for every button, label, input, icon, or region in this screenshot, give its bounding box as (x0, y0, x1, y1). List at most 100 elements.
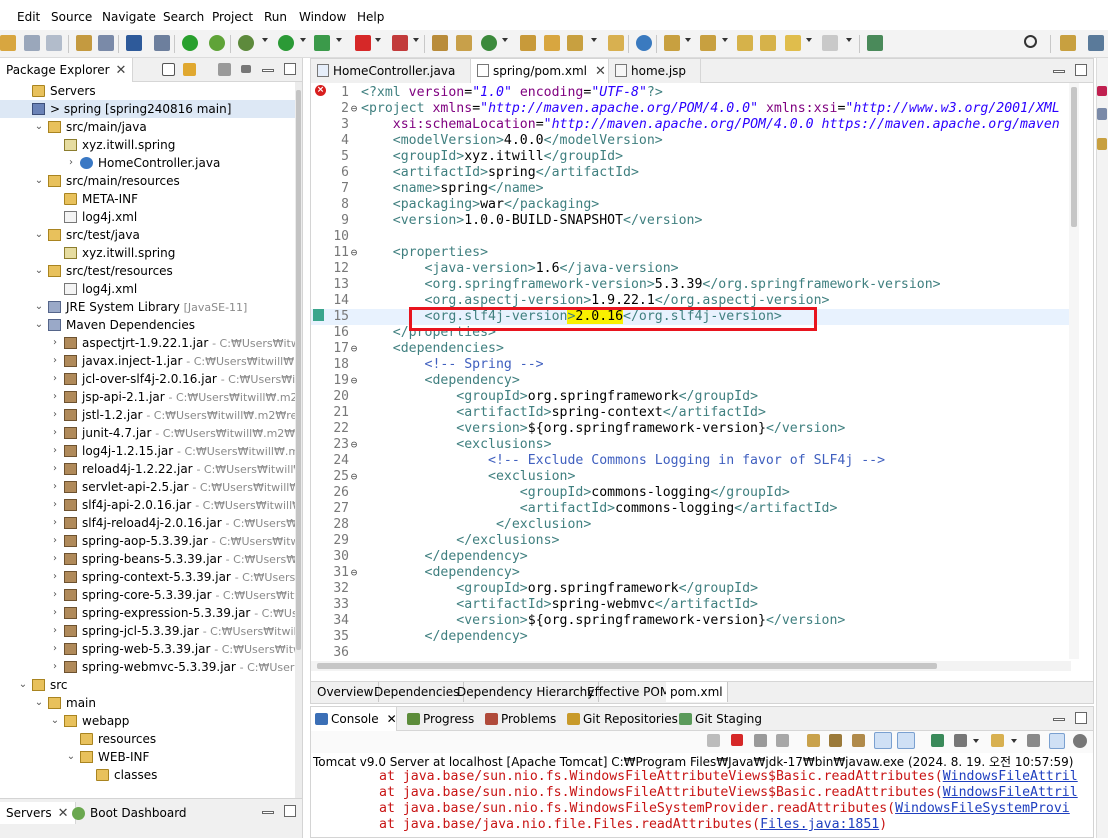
chevron-down-icon[interactable] (591, 38, 597, 42)
tree-item[interactable]: › HomeController.java (0, 154, 296, 172)
tab-git-staging[interactable]: Git Staging (675, 707, 768, 731)
chevron-right-icon[interactable]: › (50, 604, 60, 622)
highlight-icon[interactable] (1049, 733, 1065, 749)
tree-item[interactable]: › servlet-api-2.5.jar - C:₩Users₩itwill₩.… (0, 478, 296, 496)
chevron-down-icon[interactable] (1011, 739, 1017, 743)
code-line[interactable]: 33 <artifactId>spring-webmvc</artifactId… (311, 597, 1071, 613)
tree-item[interactable]: › log4j-1.2.15.jar - C:₩Users₩itwill₩.m2₩… (0, 442, 296, 460)
fold-toggle-icon[interactable]: ⊖ (349, 245, 359, 261)
tree-item[interactable]: META-INF (0, 190, 296, 208)
prev-annotation-icon[interactable] (700, 35, 716, 51)
view-menu-icon[interactable] (241, 65, 251, 73)
chevron-right-icon[interactable]: › (50, 388, 60, 406)
coverage-icon[interactable] (314, 35, 330, 51)
tree-item[interactable]: ⌄ Maven Dependencies (0, 316, 296, 334)
chevron-down-icon[interactable] (722, 38, 728, 42)
tree-item[interactable]: ⌄ src/test/java (0, 226, 296, 244)
tree-item[interactable]: › aspectjrt-1.9.22.1.jar - C:₩Users₩itwil… (0, 334, 296, 352)
code-line[interactable]: 7 <name>spring</name> (311, 181, 1071, 197)
tab-console[interactable]: Console ✕ (311, 707, 397, 731)
close-icon[interactable]: ✕ (387, 712, 397, 726)
chevron-right-icon[interactable]: › (50, 640, 60, 658)
code-line[interactable]: 24 <!-- Exclude Commons Logging in favor… (311, 453, 1071, 469)
fold-toggle-icon[interactable]: ⊖ (349, 469, 359, 485)
fold-toggle-icon[interactable]: ⊖ (349, 373, 359, 389)
code-line[interactable]: 32 <groupId>org.springframework</groupId… (311, 581, 1071, 597)
tree-item[interactable]: › javax.inject-1.jar - C:₩Users₩itwill₩.m… (0, 352, 296, 370)
close-icon[interactable]: ✕ (595, 64, 606, 79)
chevron-down-icon[interactable]: ⌄ (34, 118, 44, 136)
code-line[interactable]: 35 </dependency> (311, 629, 1071, 645)
gear-icon[interactable] (1073, 734, 1087, 748)
chevron-down-icon[interactable]: ⌄ (34, 262, 44, 280)
task-list-icon[interactable] (1097, 108, 1107, 120)
tree-item[interactable]: › slf4j-api-2.0.16.jar - C:₩Users₩itwill₩… (0, 496, 296, 514)
forward-edit-icon[interactable] (760, 35, 776, 51)
tree-item[interactable]: › junit-4.7.jar - C:₩Users₩itwill₩.m2₩rep… (0, 424, 296, 442)
debug-perspective-icon[interactable] (1088, 35, 1104, 51)
code-line[interactable]: 34 <version>${org.springframework-versio… (311, 613, 1071, 629)
tab-progress[interactable]: Progress (403, 707, 480, 731)
chevron-down-icon[interactable]: ⌄ (66, 748, 76, 766)
forward-icon[interactable] (822, 35, 838, 51)
tree-item[interactable]: resources (0, 730, 296, 748)
stop-icon[interactable] (355, 35, 371, 51)
code-line[interactable]: 28 </exclusion> (311, 517, 1071, 533)
tab-home-controller[interactable]: HomeController.java (311, 59, 471, 83)
chevron-right-icon[interactable]: › (66, 154, 76, 172)
fold-toggle-icon[interactable]: ⊖ (349, 101, 359, 117)
search-icon[interactable] (1024, 35, 1037, 48)
menu-run[interactable]: Run (264, 10, 287, 24)
error-marker-icon[interactable]: × (315, 85, 326, 96)
chevron-right-icon[interactable]: › (50, 370, 60, 388)
code-line[interactable]: 22 <version>${org.springframework-versio… (311, 421, 1071, 437)
save-icon[interactable] (24, 35, 40, 51)
code-line[interactable]: 27 <artifactId>commons-logging</artifact… (311, 501, 1071, 517)
chevron-right-icon[interactable]: › (50, 550, 60, 568)
stacktrace-link[interactable]: Files.java:1851 (760, 817, 879, 832)
outline-icon[interactable] (1097, 86, 1107, 96)
code-line[interactable]: 3 xsi:schemaLocation="http://maven.apach… (311, 117, 1071, 133)
tab-servers[interactable]: Servers ✕ (0, 802, 76, 824)
editor-horizontal-scrollbar[interactable] (311, 661, 1071, 671)
java-perspective-icon[interactable] (1060, 35, 1076, 51)
code-line[interactable]: 17 ⊖ <dependencies> (311, 341, 1071, 357)
editor-vertical-scrollbar[interactable] (1069, 83, 1079, 659)
reconnect-icon[interactable] (707, 734, 720, 747)
chevron-right-icon[interactable]: › (50, 514, 60, 532)
menu-project[interactable]: Project (212, 10, 253, 24)
chevron-down-icon[interactable] (806, 38, 812, 42)
chevron-down-icon[interactable]: ⌄ (34, 316, 44, 334)
fold-toggle-icon[interactable]: ⊖ (349, 341, 359, 357)
tree-item[interactable]: › jstl-1.2.jar - C:₩Users₩itwill₩.m2₩repo… (0, 406, 296, 424)
tree-item[interactable]: ⌄ src/test/resources (0, 262, 296, 280)
menu-source[interactable]: Source (51, 10, 92, 24)
tree-item[interactable]: xyz.itwill.spring (0, 244, 296, 262)
show-on-stderr-icon[interactable] (897, 732, 915, 749)
code-line[interactable]: 25 ⊖ <exclusion> (311, 469, 1071, 485)
properties-icon[interactable] (76, 35, 92, 51)
close-icon[interactable]: ✕ (116, 63, 127, 78)
tree-item[interactable]: › spring-context-5.3.39.jar - C:₩Users₩it… (0, 568, 296, 586)
show-on-stdout-icon[interactable] (874, 732, 892, 749)
chevron-right-icon[interactable]: › (50, 622, 60, 640)
code-line[interactable]: 11 ⊖ <properties> (311, 245, 1071, 261)
tree-item[interactable]: ⌄ src/main/java (0, 118, 296, 136)
chevron-right-icon[interactable]: › (50, 586, 60, 604)
last-edit-icon[interactable] (737, 35, 753, 51)
pin-console-icon[interactable] (931, 734, 944, 747)
boot-dashboard-tab[interactable]: Boot Dashboard (90, 806, 187, 820)
code-line[interactable]: 5 <groupId>xyz.itwill</groupId> (311, 149, 1071, 165)
terminal-icon[interactable] (126, 35, 142, 51)
code-line[interactable]: 12 <java-version>1.6</java-version> (311, 261, 1071, 277)
tree-item[interactable]: Servers (0, 82, 296, 100)
external-tools-icon[interactable] (392, 35, 408, 51)
terminate-icon[interactable] (731, 734, 743, 746)
code-line[interactable]: 1 <?xml version="1.0" encoding="UTF-8"?> (311, 85, 1071, 101)
tree-item[interactable]: › spring-web-5.3.39.jar - C:₩Users₩itwill… (0, 640, 296, 658)
menu-window[interactable]: Window (299, 10, 346, 24)
stacktrace-link[interactable]: WindowsFileSystemProvi (895, 801, 1070, 816)
subtab-overview[interactable]: Overview (313, 682, 379, 702)
maximize-icon[interactable] (1075, 712, 1087, 724)
subtab-effective-pom[interactable]: Effective POM (583, 682, 676, 702)
